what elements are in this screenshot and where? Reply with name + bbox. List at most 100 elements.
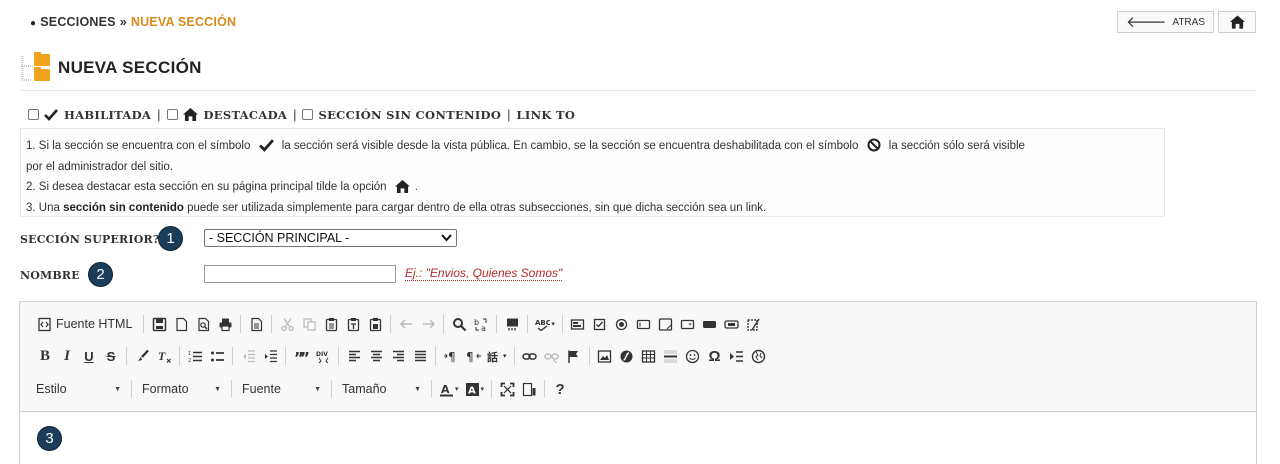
flag-icon xyxy=(568,350,579,363)
iframe-button[interactable] xyxy=(748,345,770,367)
folder-tree-icon xyxy=(20,52,54,84)
flash-button[interactable] xyxy=(616,345,638,367)
home-button[interactable] xyxy=(1218,11,1256,33)
checkbox-button[interactable] xyxy=(589,313,611,335)
justify-button[interactable] xyxy=(409,345,431,367)
show-blocks-button[interactable] xyxy=(518,378,540,400)
redo-button[interactable] xyxy=(417,313,439,335)
strike-button[interactable]: S xyxy=(100,345,122,367)
align-center-button[interactable] xyxy=(365,345,387,367)
find-button[interactable] xyxy=(448,313,470,335)
table-button[interactable] xyxy=(638,345,660,367)
toolbar-separator xyxy=(131,380,132,398)
select-all-button[interactable] xyxy=(501,313,523,335)
language-button[interactable]: 話 ▾ xyxy=(484,345,510,367)
featured-label: DESTACADA xyxy=(203,107,288,122)
ltr-button[interactable]: ¶ xyxy=(440,345,462,367)
numbered-list-button[interactable]: 12 xyxy=(184,345,206,367)
undo-button[interactable] xyxy=(395,313,417,335)
toolbar-separator xyxy=(513,347,515,365)
source-html-button[interactable]: Fuente HTML xyxy=(34,313,139,335)
align-left-icon xyxy=(348,350,360,361)
justify-icon xyxy=(414,350,426,361)
image-button-field-button[interactable] xyxy=(721,313,743,335)
paste-button[interactable] xyxy=(320,313,342,335)
copy-button[interactable] xyxy=(298,313,320,335)
form-button[interactable] xyxy=(567,313,589,335)
flash-icon xyxy=(620,350,633,362)
parent-section-select[interactable]: - SECCIÓN PRINCIPAL - xyxy=(204,229,457,247)
image-button[interactable] xyxy=(594,345,616,367)
underline-button[interactable]: U xyxy=(78,345,100,367)
align-right-button[interactable] xyxy=(387,345,409,367)
editor-toolbar: Fuente HTML ba ABC ▾ B I U S T 1 2 ” ” D… xyxy=(20,302,1256,412)
options-separator: | xyxy=(157,107,161,122)
back-button[interactable]: 🡐 ATRAS xyxy=(1117,11,1214,33)
name-input[interactable] xyxy=(204,265,396,283)
paste-word-button[interactable] xyxy=(364,313,386,335)
help-button[interactable]: ? xyxy=(549,378,571,400)
style-combo-label: Estilo xyxy=(36,382,67,396)
templates-button[interactable] xyxy=(245,313,267,335)
replace-icon: ba xyxy=(474,318,487,332)
div-container-button[interactable]: DIV xyxy=(312,345,334,367)
special-char-button[interactable]: Ω xyxy=(704,345,726,367)
radio-button[interactable] xyxy=(611,313,633,335)
link-button[interactable] xyxy=(519,345,541,367)
print-button[interactable] xyxy=(214,313,236,335)
replace-button[interactable]: ba xyxy=(470,313,492,335)
bullet-list-button[interactable] xyxy=(206,345,228,367)
info-text: 1. Si la sección se encuentra con el sím… xyxy=(26,140,251,152)
cut-button[interactable] xyxy=(276,313,298,335)
copy-format-button[interactable] xyxy=(131,345,153,367)
text-color-icon: A xyxy=(440,383,453,396)
text-color-button[interactable]: A ▾ xyxy=(436,378,462,400)
no-content-option: SECCIÓN SIN CONTENIDO xyxy=(302,108,501,122)
anchor-button[interactable] xyxy=(563,345,585,367)
style-combo[interactable]: Estilo ▼ xyxy=(30,378,127,400)
editor-content-area[interactable]: 3 xyxy=(20,413,1256,464)
info-text: 3. Una xyxy=(26,201,60,214)
smiley-icon xyxy=(685,349,700,363)
bold-button[interactable]: B xyxy=(34,345,56,367)
dropdown-arrow-icon: ▼ xyxy=(214,385,221,393)
remove-format-button[interactable]: T xyxy=(153,345,175,367)
text-field-button[interactable] xyxy=(633,313,655,335)
select-field-button[interactable] xyxy=(677,313,699,335)
page-break-button[interactable] xyxy=(726,345,748,367)
breadcrumb-root[interactable]: SECCIONES xyxy=(40,15,115,29)
font-combo[interactable]: Fuente ▼ xyxy=(236,378,327,400)
svg-text:¶: ¶ xyxy=(466,350,474,364)
italic-button[interactable]: I xyxy=(56,345,78,367)
dropdown-arrow-icon: ▾ xyxy=(455,386,459,393)
new-page-button[interactable] xyxy=(170,313,192,335)
unlink-button[interactable] xyxy=(541,345,563,367)
top-buttons: 🡐 ATRAS xyxy=(1117,11,1256,33)
info-text: 2. Si desea destacar esta sección en su … xyxy=(26,181,387,193)
horizontal-rule-button[interactable] xyxy=(660,345,682,367)
hidden-field-button[interactable] xyxy=(743,313,765,335)
link-to-label[interactable]: LINK TO xyxy=(517,108,576,122)
outdent-button[interactable] xyxy=(237,345,259,367)
maximize-button[interactable] xyxy=(496,378,518,400)
rtl-button[interactable]: ¶ xyxy=(462,345,484,367)
format-combo[interactable]: Formato ▼ xyxy=(136,378,227,400)
featured-checkbox[interactable] xyxy=(166,109,178,120)
button-field-button[interactable] xyxy=(699,313,721,335)
align-left-button[interactable] xyxy=(343,345,365,367)
indent-button[interactable] xyxy=(259,345,281,367)
preview-icon xyxy=(198,317,210,331)
no-content-checkbox[interactable] xyxy=(302,109,314,120)
size-combo[interactable]: Tamaño ▼ xyxy=(336,378,427,400)
background-color-button[interactable]: A ▾ xyxy=(462,378,488,400)
smiley-button[interactable] xyxy=(682,345,704,367)
save-button[interactable] xyxy=(148,313,170,335)
info-text: la sección será visible desde la vista p… xyxy=(281,140,859,152)
remove-format-icon: T xyxy=(158,349,171,363)
preview-button[interactable] xyxy=(192,313,214,335)
textarea-button[interactable] xyxy=(655,313,677,335)
enabled-checkbox[interactable] xyxy=(28,109,39,120)
blockquote-button[interactable]: ”” xyxy=(290,345,312,367)
spellcheck-button[interactable]: ABC ▾ xyxy=(532,313,558,335)
paste-text-button[interactable] xyxy=(342,313,364,335)
